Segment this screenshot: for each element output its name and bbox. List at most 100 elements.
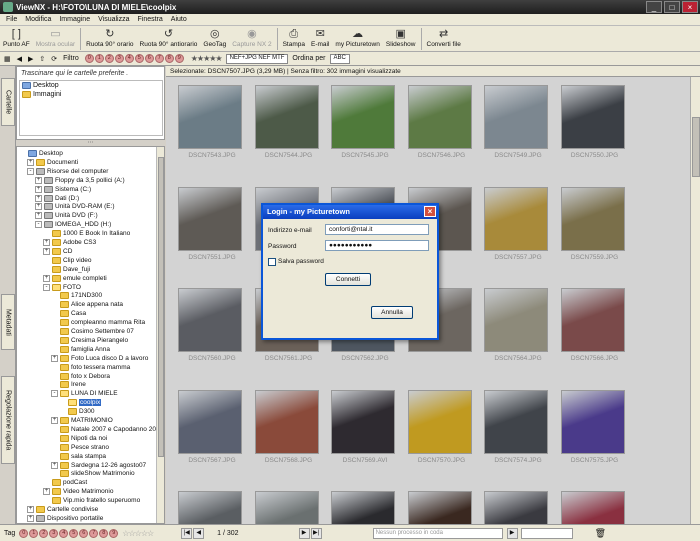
tree-item[interactable]: Vip.mio fratello superuomo xyxy=(43,496,140,505)
grid-scroll-thumb[interactable] xyxy=(692,117,700,177)
thumbnail-cell[interactable]: DSCN7545.JPG xyxy=(327,79,403,161)
label-filter-4[interactable]: 4 xyxy=(124,54,134,63)
tree-item[interactable]: Nipoti da noi xyxy=(51,434,107,443)
thumbnail-image[interactable] xyxy=(484,186,548,251)
thumbnail-image[interactable] xyxy=(407,389,472,454)
tag-button-5[interactable]: 5 xyxy=(69,528,79,538)
label-filter-6[interactable]: 6 xyxy=(144,54,154,63)
tag-button-9[interactable]: 9 xyxy=(109,528,119,538)
tree-item[interactable]: slideShow Matrimonio xyxy=(51,469,135,478)
email-field[interactable]: conforti@ntal.it xyxy=(325,224,429,235)
capture-nx-button[interactable]: ◉ Capture NX 2 xyxy=(229,26,274,52)
thumbnail-cell[interactable]: DSCN7546.JPG xyxy=(404,79,480,161)
label-filter-5[interactable]: 5 xyxy=(134,54,144,63)
connect-button[interactable]: Connetti xyxy=(325,273,371,286)
thumbnail-cell[interactable] xyxy=(327,485,403,524)
tree-item[interactable]: 171ND300 xyxy=(51,291,102,300)
expand-icon[interactable]: + xyxy=(43,274,50,282)
tag-button-1[interactable]: 1 xyxy=(29,528,39,538)
thumbnail-cell[interactable]: DSCN7566.JPG xyxy=(557,282,633,364)
last-page-icon[interactable]: ▶| xyxy=(310,527,322,539)
thumbnail-cell[interactable]: DSCN7575.JPG xyxy=(557,384,633,466)
thumbnail-image[interactable] xyxy=(484,389,548,454)
filter-label[interactable]: Filtro xyxy=(61,53,81,64)
label-filter-3[interactable]: 3 xyxy=(114,54,124,63)
thumbnail-image[interactable] xyxy=(331,389,395,454)
expand-icon[interactable]: + xyxy=(27,514,34,522)
thumbnail-image[interactable] xyxy=(484,288,548,352)
back-icon[interactable]: ◀ xyxy=(15,53,24,64)
tree-item[interactable]: + Sardegna 12-26 agosto07 xyxy=(51,461,146,470)
tag-button-2[interactable]: 2 xyxy=(39,528,49,538)
tree-item[interactable]: - FOTO xyxy=(43,283,81,292)
tree-item[interactable]: - LUNA DI MIELE xyxy=(51,389,118,398)
tree-item[interactable]: D300 xyxy=(59,407,95,416)
thumbnail-cell[interactable]: DSCN7551.JPG xyxy=(174,181,250,263)
expand-icon[interactable]: + xyxy=(35,194,42,202)
thumbnail-image[interactable] xyxy=(407,85,472,149)
tree-item[interactable]: Clip video xyxy=(43,256,92,265)
rating-stars[interactable]: ☆☆☆☆☆ xyxy=(122,529,154,538)
thumbnail-image[interactable] xyxy=(254,491,319,524)
tree-item[interactable]: + Cartelle condivise xyxy=(27,505,98,514)
thumbnail-image[interactable] xyxy=(560,491,625,524)
file-type-filter[interactable]: NEF+JPG NEF MTF xyxy=(225,53,289,64)
tree-item[interactable]: 1000 E Book In Italiano xyxy=(43,229,130,238)
thumbnail-image[interactable] xyxy=(560,288,625,352)
collapse-icon[interactable]: - xyxy=(27,167,34,175)
tree-item[interactable]: + emule completi xyxy=(43,274,107,283)
tree-scroll-thumb[interactable] xyxy=(158,157,164,457)
tree-item[interactable]: + CD xyxy=(43,247,72,256)
tag-button-0[interactable]: 0 xyxy=(19,528,29,538)
label-filter-7[interactable]: 7 xyxy=(154,54,164,63)
maximize-button[interactable]: □ xyxy=(664,1,680,13)
expand-icon[interactable]: + xyxy=(35,185,42,193)
label-filter-9[interactable]: 9 xyxy=(174,54,184,63)
tree-item[interactable]: Cresima Pierangelo xyxy=(51,336,128,345)
tree-item[interactable]: compleanno mamma Rita xyxy=(51,318,145,327)
sort-label[interactable]: Ordina per xyxy=(290,53,327,64)
thumbnail-cell[interactable] xyxy=(404,485,480,524)
label-filter-0[interactable]: 0 xyxy=(84,54,94,63)
tag-button-3[interactable]: 3 xyxy=(49,528,59,538)
af-point-button[interactable]: [ ] Punto AF xyxy=(0,26,33,52)
expand-icon[interactable]: + xyxy=(27,506,34,513)
tree-item[interactable]: + Foto Luca disco D a lavoro xyxy=(51,354,148,363)
cancel-button[interactable]: Annulla xyxy=(371,306,413,319)
thumbnail-cell[interactable] xyxy=(251,485,327,524)
trash-icon[interactable]: 🗑 xyxy=(595,528,606,539)
thumbnail-cell[interactable]: DSCN7574.JPG xyxy=(480,384,556,466)
thumbnail-image[interactable] xyxy=(560,85,625,149)
tree-item[interactable]: + Dati (D:) xyxy=(35,194,79,203)
thumbnail-cell[interactable]: DSCN7550.JPG xyxy=(557,79,633,161)
close-button[interactable]: × xyxy=(682,1,698,13)
tree-item[interactable]: sala stampa xyxy=(51,452,106,461)
collapse-icon[interactable]: - xyxy=(43,283,50,291)
menu-file[interactable]: File xyxy=(2,16,21,23)
print-button[interactable]: ⎙ Stampa xyxy=(280,26,308,52)
grid-scrollbar[interactable] xyxy=(690,77,700,524)
tree-item[interactable]: coolpix xyxy=(59,398,102,407)
favorite-item-immagini[interactable]: Immagini xyxy=(20,90,162,99)
thumbnail-cell[interactable]: DSCN7543.JPG xyxy=(174,79,250,161)
tab-metadati[interactable]: Metadati xyxy=(1,294,15,350)
collapse-icon[interactable]: - xyxy=(35,221,42,229)
sort-icon[interactable]: ABC xyxy=(329,53,350,64)
tree-item[interactable]: + Dispositivo portatile xyxy=(27,514,103,523)
tree-item[interactable]: Pesce strano xyxy=(51,443,109,452)
thumbnail-image[interactable] xyxy=(484,491,548,524)
thumbnail-image[interactable] xyxy=(178,85,242,149)
thumbnail-cell[interactable]: DSCN7557.JPG xyxy=(480,181,556,263)
thumbnail-image[interactable] xyxy=(178,389,242,454)
thumbnail-image[interactable] xyxy=(331,85,395,149)
tree-item[interactable]: foto x Debora xyxy=(51,372,110,381)
tree-item[interactable]: + MATRIMONIO xyxy=(51,416,113,425)
tree-item[interactable]: + Adobe CS3 xyxy=(43,238,96,247)
next-page-icon[interactable]: ▶ xyxy=(298,527,310,539)
tree-item[interactable]: famiglia Anna xyxy=(51,345,110,354)
picturetown-button[interactable]: ☁ my Picturetown xyxy=(332,26,382,52)
menu-finestra[interactable]: Finestra xyxy=(133,16,166,23)
tree-item[interactable]: - Risorse del computer xyxy=(27,167,108,176)
thumbnail-image[interactable] xyxy=(331,491,395,524)
expand-icon[interactable]: + xyxy=(51,354,58,362)
